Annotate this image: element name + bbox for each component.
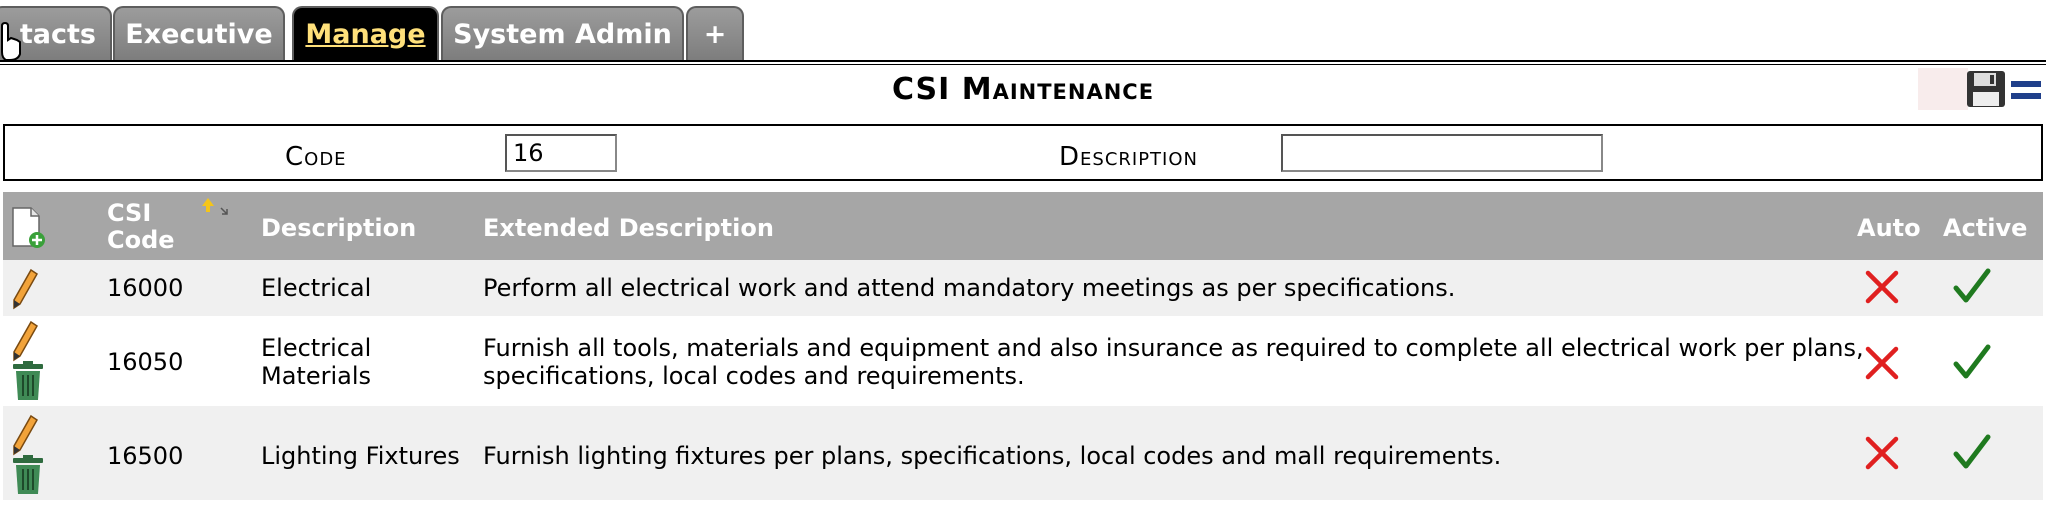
tab-label: Manage — [305, 18, 426, 50]
sort-ascending-icon[interactable] — [199, 196, 235, 222]
toolbar-highlight — [1918, 68, 1968, 110]
description-line: Materials — [261, 362, 372, 390]
tab-system-admin[interactable]: System Admin — [441, 6, 684, 60]
description-label: Description — [1059, 142, 1198, 172]
green-check-icon[interactable] — [1953, 268, 1991, 304]
tab-executive[interactable]: Executive — [113, 6, 285, 60]
column-header-extended-description[interactable]: Extended Description — [483, 214, 774, 242]
trash-icon[interactable] — [11, 360, 45, 402]
description-cell: Lighting Fixtures — [261, 442, 460, 470]
code-input[interactable] — [505, 134, 617, 172]
tab-divider-secondary — [0, 64, 2046, 65]
hand-cursor-icon — [1, 22, 21, 61]
column-header-auto[interactable]: Auto — [1857, 214, 1921, 242]
tab-label: + — [703, 18, 727, 50]
page-title: CSI Maintenance — [891, 72, 1155, 107]
column-header-active[interactable]: Active — [1943, 214, 2027, 242]
table-row: 16000 Electrical Perform all electrical … — [3, 260, 2043, 316]
code-label: Code — [285, 142, 347, 172]
tab-manage[interactable]: Manage — [292, 6, 439, 60]
table-header: CSI Code Description Extended Descriptio… — [3, 192, 2043, 260]
trash-icon[interactable] — [11, 454, 45, 496]
extended-description-cell: Furnish lighting fixtures per plans, spe… — [483, 442, 1502, 470]
red-x-icon[interactable] — [1865, 346, 1899, 380]
red-x-icon[interactable] — [1865, 270, 1899, 304]
red-x-icon[interactable] — [1865, 436, 1899, 470]
csi-code-cell: 16500 — [107, 442, 184, 470]
tab-divider — [0, 60, 2046, 62]
filter-panel: Code Description — [3, 124, 2043, 181]
extended-description-line: Furnish all tools, materials and equipme… — [483, 334, 1864, 362]
menu-icon[interactable] — [2010, 76, 2042, 104]
edit-pencil-icon[interactable] — [11, 268, 39, 310]
edit-pencil-icon[interactable] — [11, 414, 39, 456]
description-line: Electrical — [261, 334, 372, 362]
green-check-icon[interactable] — [1953, 434, 1991, 470]
add-record-icon[interactable] — [9, 206, 47, 250]
description-cell: Electrical — [261, 274, 372, 302]
extended-description-line: specifications, local codes and requirem… — [483, 362, 1025, 390]
column-header-csi-code[interactable]: CSI Code — [107, 200, 175, 254]
table-row: 16500 Lighting Fixtures Furnish lighting… — [3, 406, 2043, 500]
description-input[interactable] — [1281, 134, 1603, 172]
tab-bar: tacts Executive Manage System Admin + — [0, 0, 2046, 62]
csi-code-cell: 16050 — [107, 348, 184, 376]
header-text-line: Code — [107, 226, 175, 254]
header-text-line: CSI — [107, 199, 152, 227]
tab-label: Executive — [125, 18, 273, 50]
extended-description-cell: Furnish all tools, materials and equipme… — [483, 334, 1864, 390]
description-cell: Electrical Materials — [261, 334, 371, 390]
green-check-icon[interactable] — [1953, 344, 1991, 380]
csi-code-cell: 16000 — [107, 274, 184, 302]
edit-pencil-icon[interactable] — [11, 320, 39, 362]
extended-description-cell: Perform all electrical work and attend m… — [483, 274, 1456, 302]
column-header-description[interactable]: Description — [261, 214, 416, 242]
tab-label: tacts — [19, 18, 96, 50]
tab-add[interactable]: + — [686, 6, 744, 60]
table-row: 16050 Electrical Materials Furnish all t… — [3, 316, 2043, 406]
tab-label: System Admin — [453, 18, 672, 50]
save-icon[interactable] — [1966, 70, 2006, 108]
